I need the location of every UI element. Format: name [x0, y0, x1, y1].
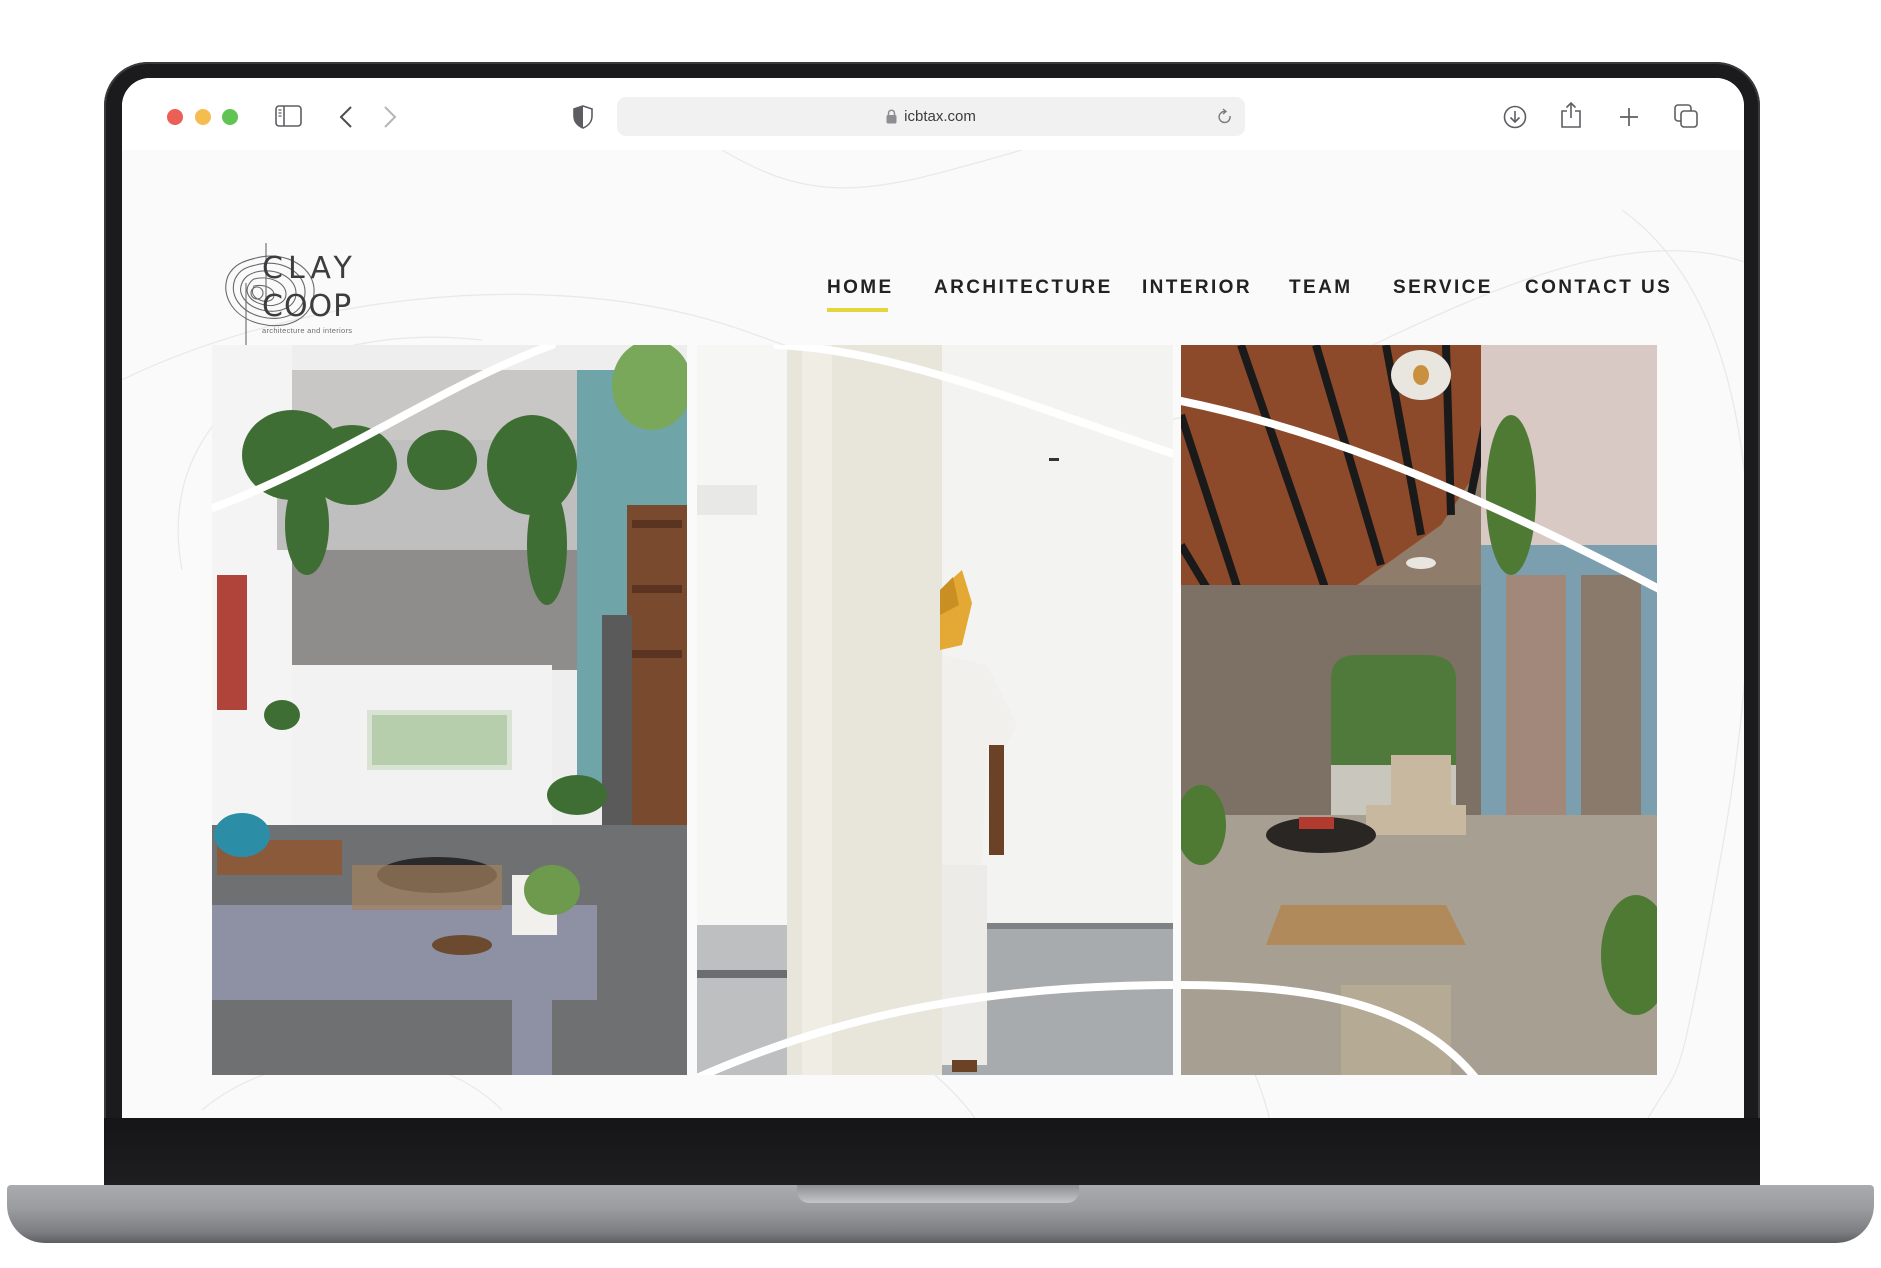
web-page: CLAY COOP architecture and interiors HOM… — [122, 150, 1744, 1118]
downloads-button[interactable] — [1502, 104, 1528, 130]
maximize-window-button[interactable] — [222, 109, 238, 125]
logo-tagline: architecture and interiors — [262, 326, 353, 335]
new-tab-button[interactable] — [1616, 104, 1642, 130]
back-button[interactable] — [336, 104, 356, 130]
back-icon — [339, 106, 352, 128]
sidebar-icon — [274, 105, 302, 127]
reload-icon — [1218, 108, 1231, 124]
logo-wordmark: CLAY COOP — [262, 250, 357, 326]
active-nav-indicator — [827, 308, 888, 312]
tabs-overview-icon — [1673, 103, 1698, 128]
privacy-report-button[interactable] — [572, 104, 594, 130]
nav-architecture[interactable]: ARCHITECTURE — [934, 277, 1113, 299]
close-window-button[interactable] — [167, 109, 183, 125]
address-bar[interactable]: icbtax.com — [617, 97, 1245, 136]
forward-icon — [384, 106, 397, 128]
tab-overview-button[interactable] — [1673, 103, 1699, 129]
nav-contact-us[interactable]: CONTACT US — [1525, 277, 1672, 299]
nav-home[interactable]: HOME — [827, 277, 894, 299]
nav-interior[interactable]: INTERIOR — [1142, 277, 1252, 299]
browser-toolbar: icbtax.com — [122, 78, 1744, 151]
address-bar-content: icbtax.com — [617, 97, 1245, 136]
browser-window: icbtax.com CLAY COOP architecture and in… — [122, 78, 1744, 1118]
url-text: icbtax.com — [904, 108, 976, 125]
sidebar-toggle-button[interactable] — [274, 104, 302, 128]
gallery-photo-living-room[interactable] — [212, 345, 687, 1075]
laptop-chin — [104, 1118, 1760, 1185]
minimize-window-button[interactable] — [195, 109, 211, 125]
laptop-hinge-notch — [797, 1185, 1079, 1203]
share-button[interactable] — [1559, 100, 1583, 130]
logo-line-2: COOP — [262, 289, 353, 324]
photo-verandah-image — [1181, 345, 1657, 1075]
gallery-photo-masked-figure[interactable] — [697, 345, 1173, 1075]
lock-icon — [886, 109, 897, 124]
gallery-photo-verandah[interactable] — [1181, 345, 1657, 1075]
share-icon — [1561, 101, 1581, 128]
new-tab-icon — [1620, 108, 1638, 126]
forward-button[interactable] — [380, 104, 400, 130]
nav-service[interactable]: SERVICE — [1393, 277, 1493, 299]
logo-line-1: CLAY — [262, 251, 357, 286]
nav-team[interactable]: TEAM — [1289, 277, 1352, 299]
download-icon — [1503, 105, 1527, 129]
photo-masked-figure-image — [697, 345, 1173, 1075]
photo-living-room-image — [212, 345, 687, 1075]
reload-button[interactable] — [1215, 106, 1235, 128]
shield-icon — [573, 105, 593, 129]
